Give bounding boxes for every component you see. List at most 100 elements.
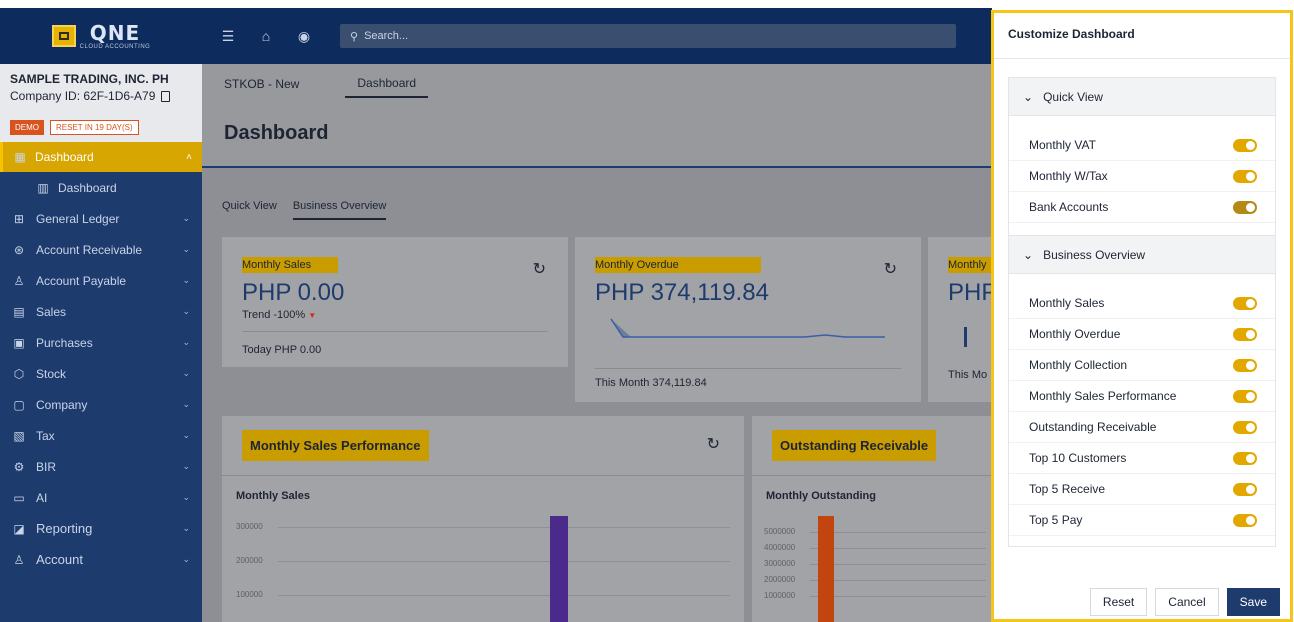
section-title: Business Overview <box>1043 247 1146 262</box>
monthly-sales-card: Monthly Sales PHP 0.00 Trend -100% ▼ Tod… <box>222 237 568 367</box>
cancel-button[interactable]: Cancel <box>1155 588 1219 616</box>
company-name: SAMPLE TRADING, INC. PH <box>10 72 169 86</box>
stock-icon: ⬡ <box>13 366 25 381</box>
sidebar-item-label: Stock <box>36 366 67 381</box>
y-tick: 5000000 <box>764 527 796 536</box>
sidebar-item-label: Account Payable <box>36 273 127 288</box>
business-overview-row: Monthly Sales <box>1009 288 1275 319</box>
business-overview-row: Top 5 Pay <box>1009 505 1275 536</box>
subtab-quick-view[interactable]: Quick View <box>222 200 277 220</box>
logo-icon <box>51 25 76 47</box>
save-button[interactable]: Save <box>1226 588 1280 616</box>
refresh-icon[interactable]: ↻ <box>533 259 546 279</box>
toggle-switch[interactable] <box>1233 296 1257 310</box>
tab-stkob[interactable]: STKOB - New <box>224 77 299 91</box>
toggle-switch[interactable] <box>1233 420 1257 434</box>
sidebar-item-tax[interactable]: ▧ Tax ⌄ <box>0 420 202 451</box>
chevron-down-icon: ⌄ <box>182 461 190 471</box>
sidebar-item-dashboard[interactable]: ▦ Dashboard ˄ <box>0 142 202 172</box>
chevron-down-icon: ⌄ <box>182 523 190 533</box>
ai-icon: ▭ <box>13 490 25 505</box>
sidebar-item-company[interactable]: ▢ Company ⌄ <box>0 389 202 420</box>
sidebar-item-account[interactable]: ♙ Account ⌄ <box>0 544 202 575</box>
lock-icon[interactable]: ⌂ <box>258 28 274 44</box>
outstanding-bar <box>818 516 834 622</box>
monthly-collection-card: Monthly PHP This Mo <box>928 237 997 402</box>
toggle-switch[interactable] <box>1233 200 1257 214</box>
sidebar-item-label: Tax <box>36 428 55 443</box>
topbar: ☰ ⌂ ◉ ⚲ Search... <box>202 8 992 64</box>
purchases-icon: ▣ <box>13 335 25 350</box>
sidebar-item-account-payable[interactable]: ♙ Account Payable ⌄ <box>0 265 202 296</box>
user-icon: ♙ <box>13 552 25 567</box>
chevron-down-icon: ⌄ <box>1023 89 1034 104</box>
sidebar-item-bir[interactable]: ⚙ BIR ⌄ <box>0 451 202 482</box>
sidebar-item-label: Company <box>36 397 88 412</box>
monthly-overdue-card: Monthly Overdue PHP 374,119.84 This Mont… <box>575 237 921 402</box>
business-overview-row: Outstanding Receivable <box>1009 412 1275 443</box>
chevron-up-icon: ˄ <box>186 151 192 163</box>
receivable-icon: ⊛ <box>13 242 25 257</box>
sidebar: QNE CLOUD ACCOUNTING SAMPLE TRADING, INC… <box>0 8 202 622</box>
panel-footer: Reset Cancel Save <box>994 585 1290 619</box>
subtab-business-overview[interactable]: Business Overview <box>292 200 387 220</box>
card-footer: This Month 374,119.84 <box>595 377 707 389</box>
sidebar-item-ai[interactable]: ▭ AI ⌄ <box>0 482 202 513</box>
copy-icon[interactable] <box>161 90 171 102</box>
page-title: Dashboard <box>224 122 329 144</box>
search-icon: ⚲ <box>350 30 359 43</box>
y-tick: 100000 <box>236 590 263 599</box>
sidebar-item-label: Dashboard <box>35 150 94 164</box>
y-tick: 300000 <box>236 522 263 531</box>
toggle-switch[interactable] <box>1233 451 1257 465</box>
sidebar-item-account-receivable[interactable]: ⊛ Account Receivable ⌄ <box>0 234 202 265</box>
sidebar-item-label: Reporting <box>36 521 93 536</box>
customize-dashboard-panel: Customize Dashboard ⌄ Quick View Monthly… <box>991 10 1293 622</box>
sidebar-item-purchases[interactable]: ▣ Purchases ⌄ <box>0 327 202 358</box>
toggle-switch[interactable] <box>1233 327 1257 341</box>
quick-view-row: Bank Accounts <box>1009 192 1275 223</box>
sidebar-item-label: Sales <box>36 304 67 319</box>
panel-title: Customize Dashboard <box>994 13 1290 59</box>
sidebar-item-general-ledger[interactable]: ⊞ General Ledger ⌄ <box>0 203 202 234</box>
chevron-down-icon: ⌄ <box>1023 247 1034 262</box>
toggle-switch[interactable] <box>1233 389 1257 403</box>
chart-subtitle: Monthly Outstanding <box>766 490 876 502</box>
sales-bar <box>550 516 568 622</box>
toggle-switch[interactable] <box>1233 482 1257 496</box>
quick-view-section: ⌄ Quick View Monthly VAT Monthly W/Tax B… <box>1008 77 1276 238</box>
tab-dashboard[interactable]: Dashboard <box>345 70 429 98</box>
card-footer: Today PHP 0.00 <box>242 344 322 356</box>
outstanding-receivable-card: Outstanding Receivable Monthly Outstandi… <box>752 416 992 622</box>
search-placeholder: Search... <box>364 30 409 42</box>
sidebar-subitem-label: Dashboard <box>58 180 117 195</box>
company-icon: ▢ <box>13 397 25 412</box>
sidebar-item-sales[interactable]: ▤ Sales ⌄ <box>0 296 202 327</box>
sales-performance-card: Monthly Sales Performance ↻ Monthly Sale… <box>222 416 744 622</box>
reset-badge: RESET IN 19 DAY(S) <box>50 120 139 135</box>
sidebar-item-label: BIR <box>36 459 57 474</box>
play-icon[interactable]: ◉ <box>296 28 312 45</box>
business-overview-section: ⌄ Business Overview Monthly Sales Monthl… <box>1008 235 1276 547</box>
search-input[interactable]: ⚲ Search... <box>340 24 956 48</box>
app-logo[interactable]: QNE CLOUD ACCOUNTING <box>51 23 151 50</box>
business-overview-row: Top 5 Receive <box>1009 474 1275 505</box>
chart-icon: ▥ <box>37 180 49 195</box>
toggle-switch[interactable] <box>1233 169 1257 183</box>
reset-button[interactable]: Reset <box>1089 588 1148 616</box>
toggle-switch[interactable] <box>1233 138 1257 152</box>
y-tick: 4000000 <box>764 543 796 552</box>
sidebar-item-stock[interactable]: ⬡ Stock ⌄ <box>0 358 202 389</box>
chevron-down-icon: ⌄ <box>182 213 190 223</box>
menu-collapse-icon[interactable]: ☰ <box>220 28 236 45</box>
y-tick: 2000000 <box>764 575 796 584</box>
toggle-switch[interactable] <box>1233 358 1257 372</box>
refresh-icon[interactable]: ↻ <box>707 434 720 454</box>
refresh-icon[interactable]: ↻ <box>884 259 897 279</box>
business-overview-header[interactable]: ⌄ Business Overview <box>1009 236 1275 274</box>
sidebar-subitem-dashboard[interactable]: ▥ Dashboard <box>0 172 202 203</box>
business-overview-row: Top 10 Customers <box>1009 443 1275 474</box>
quick-view-header[interactable]: ⌄ Quick View <box>1009 78 1275 116</box>
sidebar-item-reporting[interactable]: ◪ Reporting ⌄ <box>0 513 202 544</box>
toggle-switch[interactable] <box>1233 513 1257 527</box>
